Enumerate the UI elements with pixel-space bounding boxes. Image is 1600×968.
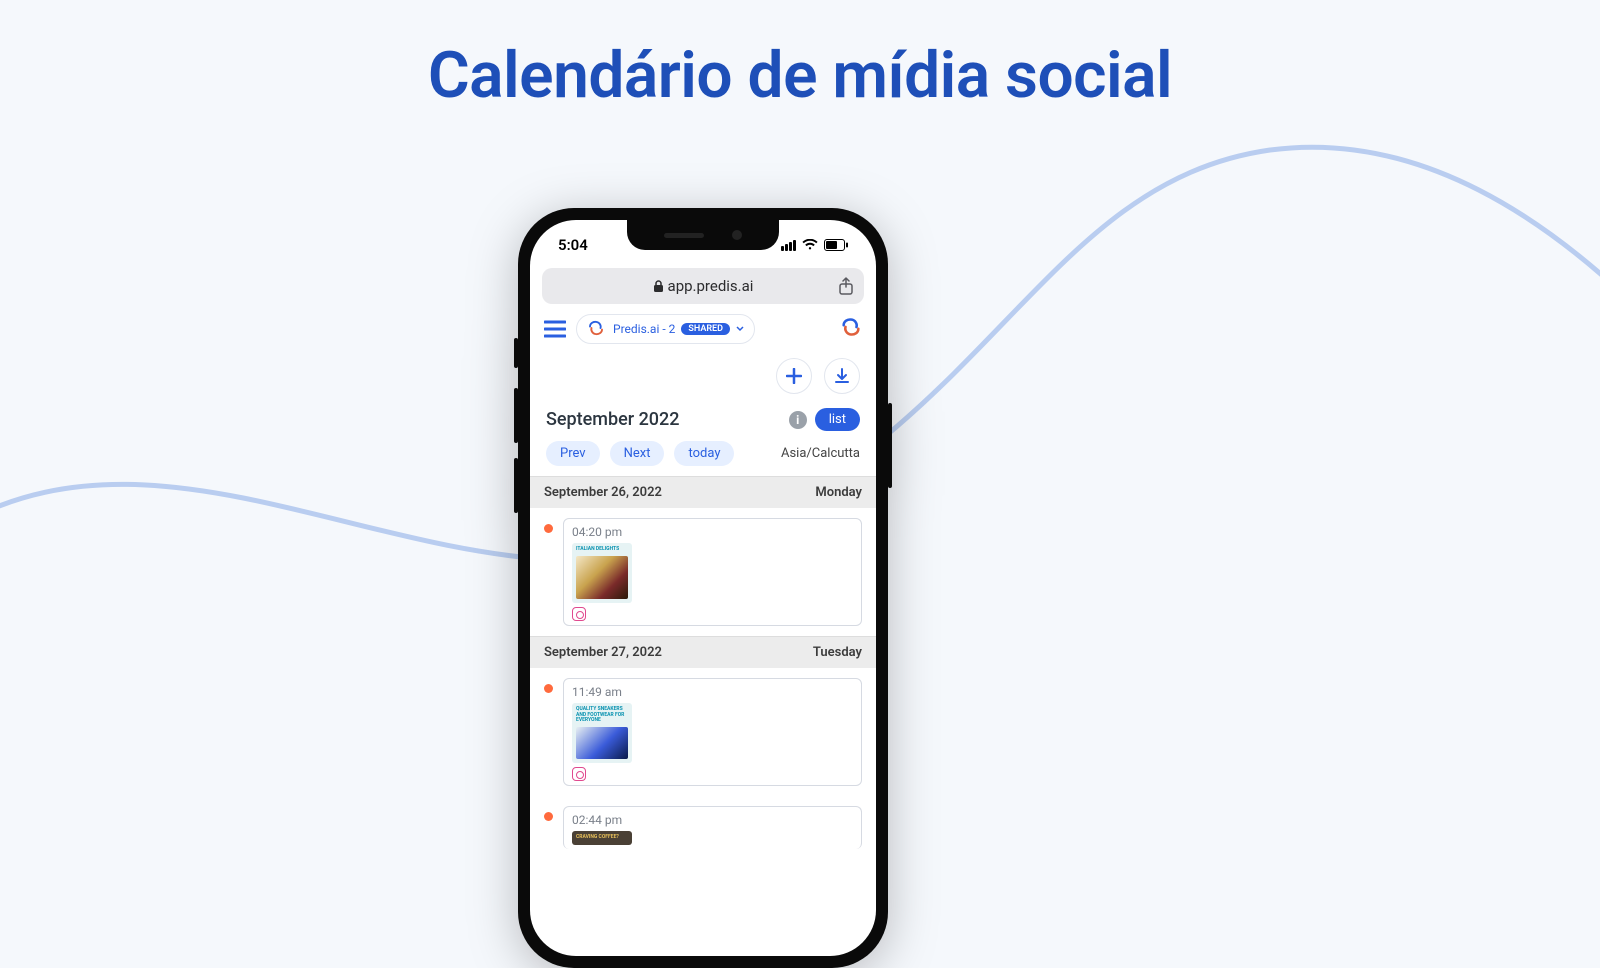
workspace-selector[interactable]: Predis.ai - 2 SHARED [576,314,755,344]
instagram-icon [572,607,586,621]
phone-notch [627,220,779,250]
post-time: 02:44 pm [572,813,853,827]
instagram-icon [572,767,586,781]
status-dot [544,524,553,533]
post-row: 04:20 pm ITALIAN DELIGHTS [530,508,876,636]
post-card[interactable]: 11:49 am QUALITY SNEAKERS AND FOOTWEAR F… [563,678,862,786]
share-icon[interactable] [838,277,854,295]
post-thumbnail: CRAVING COFFEE? [572,831,632,845]
next-button[interactable]: Next [610,441,665,466]
post-thumbnail: ITALIAN DELIGHTS [572,543,632,603]
browser-url-bar[interactable]: app.predis.ai [542,268,864,304]
post-card[interactable]: 04:20 pm ITALIAN DELIGHTS [563,518,862,626]
phone-mockup: 5:04 [518,208,888,968]
action-row [530,352,876,402]
day-date: September 27, 2022 [544,645,662,660]
workspace-name: Predis.ai - 2 [613,322,675,336]
post-row: 02:44 pm CRAVING COFFEE? [530,796,876,859]
prev-button[interactable]: Prev [546,441,600,466]
browser-url: app.predis.ai [668,277,754,295]
chevron-down-icon [736,326,744,332]
add-button[interactable] [776,358,812,394]
view-list-button[interactable]: list [815,408,860,431]
month-row: September 2022 i list [530,402,876,439]
nav-row: Prev Next today Asia/Calcutta [530,439,876,476]
status-dot [544,684,553,693]
predis-logo-icon [587,319,607,339]
day-header: September 26, 2022 Monday [530,476,876,508]
download-button[interactable] [824,358,860,394]
plus-icon [786,368,802,384]
post-time: 11:49 am [572,685,853,699]
hamburger-menu-icon[interactable] [544,320,566,338]
cellular-icon [781,240,796,251]
day-weekday: Tuesday [813,645,862,660]
shared-badge: SHARED [681,323,730,335]
battery-icon [824,239,848,251]
predis-logo-icon [840,316,862,342]
today-button[interactable]: today [674,441,734,466]
day-header: September 27, 2022 Tuesday [530,636,876,668]
month-label: September 2022 [546,409,680,430]
download-icon [834,368,850,384]
lock-icon [653,280,664,293]
day-weekday: Monday [815,485,862,500]
post-thumbnail: QUALITY SNEAKERS AND FOOTWEAR FOR EVERYO… [572,703,632,763]
post-time: 04:20 pm [572,525,853,539]
page-title: Calendário de mídia social [0,38,1600,113]
status-time: 5:04 [558,236,588,254]
post-card[interactable]: 02:44 pm CRAVING COFFEE? [563,806,862,849]
status-dot [544,812,553,821]
timezone-label: Asia/Calcutta [781,446,860,461]
app-header: Predis.ai - 2 SHARED [530,304,876,352]
post-row: 11:49 am QUALITY SNEAKERS AND FOOTWEAR F… [530,668,876,796]
day-date: September 26, 2022 [544,485,662,500]
wifi-icon [802,239,818,251]
info-button[interactable]: i [789,411,807,429]
